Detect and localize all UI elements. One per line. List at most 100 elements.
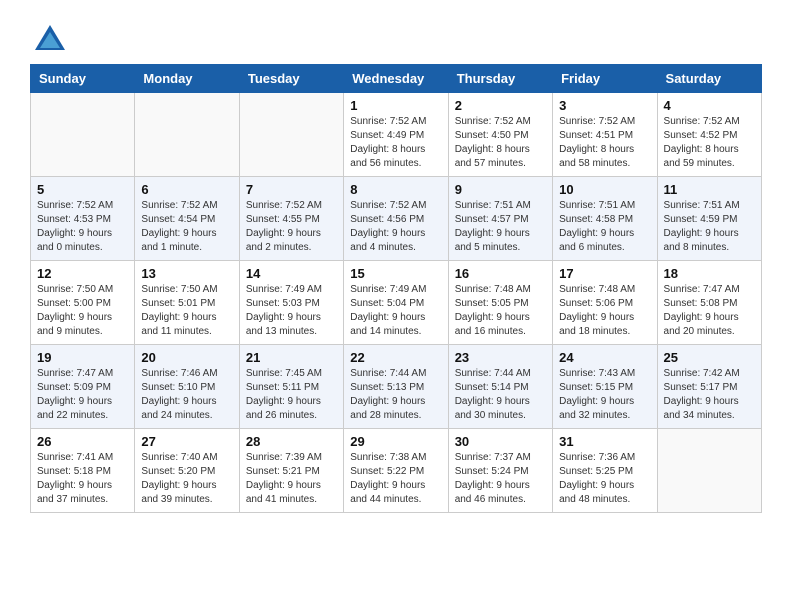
logo-icon [30,20,70,60]
day-number: 24 [559,350,650,365]
day-number: 26 [37,434,128,449]
weekday-header-row: SundayMondayTuesdayWednesdayThursdayFrid… [31,65,762,93]
calendar-cell: 8 Sunrise: 7:52 AM Sunset: 4:56 PM Daylig… [344,177,448,261]
day-number: 3 [559,98,650,113]
calendar-cell: 18 Sunrise: 7:47 AM Sunset: 5:08 PM Dayli… [657,261,761,345]
calendar-cell: 22 Sunrise: 7:44 AM Sunset: 5:13 PM Dayli… [344,345,448,429]
weekday-header-wednesday: Wednesday [344,65,448,93]
day-info: Sunrise: 7:44 AM Sunset: 5:13 PM Dayligh… [350,367,441,423]
day-info: Sunrise: 7:45 AM Sunset: 5:11 PM Dayligh… [246,367,337,423]
day-number: 14 [246,266,337,281]
day-number: 4 [664,98,755,113]
calendar-cell: 28Sunrise: 7:39 AM Sunset: 5:21 PM Dayli… [239,429,343,513]
day-number: 17 [559,266,650,281]
day-info: Sunrise: 7:51 AM Sunset: 4:57 PM Dayligh… [455,199,546,255]
day-number: 11 [664,182,755,197]
day-number: 20 [141,350,232,365]
day-info: Sunrise: 7:42 AM Sunset: 5:17 PM Dayligh… [664,367,755,423]
calendar-cell: 11 Sunrise: 7:51 AM Sunset: 4:59 PM Dayli… [657,177,761,261]
day-number: 21 [246,350,337,365]
calendar-cell: 29Sunrise: 7:38 AM Sunset: 5:22 PM Dayli… [344,429,448,513]
day-info: Sunrise: 7:51 AM Sunset: 4:58 PM Dayligh… [559,199,650,255]
day-info: Sunrise: 7:48 AM Sunset: 5:06 PM Dayligh… [559,283,650,339]
calendar-cell: 20Sunrise: 7:46 AM Sunset: 5:10 PM Dayli… [135,345,239,429]
calendar-week-row: 19 Sunrise: 7:47 AM Sunset: 5:09 PM Dayli… [31,345,762,429]
calendar-cell [657,429,761,513]
day-info: Sunrise: 7:52 AM Sunset: 4:56 PM Dayligh… [350,199,441,255]
weekday-header-sunday: Sunday [31,65,135,93]
day-number: 12 [37,266,128,281]
calendar-cell: 3 Sunrise: 7:52 AM Sunset: 4:51 PM Daylig… [553,93,657,177]
day-number: 30 [455,434,546,449]
day-info: Sunrise: 7:52 AM Sunset: 4:53 PM Dayligh… [37,199,128,255]
calendar-table: SundayMondayTuesdayWednesdayThursdayFrid… [30,64,762,513]
calendar-cell: 7Sunrise: 7:52 AM Sunset: 4:55 PM Daylig… [239,177,343,261]
day-info: Sunrise: 7:51 AM Sunset: 4:59 PM Dayligh… [664,199,755,255]
calendar-cell: 31 Sunrise: 7:36 AM Sunset: 5:25 PM Dayli… [553,429,657,513]
calendar-cell: 27Sunrise: 7:40 AM Sunset: 5:20 PM Dayli… [135,429,239,513]
calendar-cell [135,93,239,177]
day-number: 22 [350,350,441,365]
day-info: Sunrise: 7:52 AM Sunset: 4:51 PM Dayligh… [559,115,650,171]
day-info: Sunrise: 7:50 AM Sunset: 5:01 PM Dayligh… [141,283,232,339]
day-number: 2 [455,98,546,113]
day-number: 7 [246,182,337,197]
day-number: 16 [455,266,546,281]
day-info: Sunrise: 7:52 AM Sunset: 4:52 PM Dayligh… [664,115,755,171]
day-number: 6 [141,182,232,197]
day-number: 5 [37,182,128,197]
calendar-cell: 24 Sunrise: 7:43 AM Sunset: 5:15 PM Dayli… [553,345,657,429]
calendar-cell: 2 Sunrise: 7:52 AM Sunset: 4:50 PM Daylig… [448,93,552,177]
calendar-cell: 10 Sunrise: 7:51 AM Sunset: 4:58 PM Dayli… [553,177,657,261]
day-info: Sunrise: 7:43 AM Sunset: 5:15 PM Dayligh… [559,367,650,423]
calendar-cell: 15 Sunrise: 7:49 AM Sunset: 5:04 PM Dayli… [344,261,448,345]
calendar-week-row: 5 Sunrise: 7:52 AM Sunset: 4:53 PM Daylig… [31,177,762,261]
calendar-cell: 1Sunrise: 7:52 AM Sunset: 4:49 PM Daylig… [344,93,448,177]
calendar-cell: 6 Sunrise: 7:52 AM Sunset: 4:54 PM Daylig… [135,177,239,261]
calendar-cell: 21 Sunrise: 7:45 AM Sunset: 5:11 PM Dayli… [239,345,343,429]
weekday-header-saturday: Saturday [657,65,761,93]
day-number: 31 [559,434,650,449]
weekday-header-friday: Friday [553,65,657,93]
day-number: 10 [559,182,650,197]
day-info: Sunrise: 7:36 AM Sunset: 5:25 PM Dayligh… [559,451,650,507]
day-info: Sunrise: 7:37 AM Sunset: 5:24 PM Dayligh… [455,451,546,507]
calendar-week-row: 12 Sunrise: 7:50 AM Sunset: 5:00 PM Dayli… [31,261,762,345]
day-info: Sunrise: 7:49 AM Sunset: 5:04 PM Dayligh… [350,283,441,339]
calendar-cell: 16Sunrise: 7:48 AM Sunset: 5:05 PM Dayli… [448,261,552,345]
day-number: 19 [37,350,128,365]
calendar-cell [31,93,135,177]
calendar-cell: 26 Sunrise: 7:41 AM Sunset: 5:18 PM Dayli… [31,429,135,513]
calendar-cell: 14 Sunrise: 7:49 AM Sunset: 5:03 PM Dayli… [239,261,343,345]
day-info: Sunrise: 7:49 AM Sunset: 5:03 PM Dayligh… [246,283,337,339]
calendar-cell: 12 Sunrise: 7:50 AM Sunset: 5:00 PM Dayli… [31,261,135,345]
day-number: 8 [350,182,441,197]
day-info: Sunrise: 7:50 AM Sunset: 5:00 PM Dayligh… [37,283,128,339]
day-info: Sunrise: 7:47 AM Sunset: 5:09 PM Dayligh… [37,367,128,423]
calendar-cell: 23Sunrise: 7:44 AM Sunset: 5:14 PM Dayli… [448,345,552,429]
day-number: 28 [246,434,337,449]
calendar-cell: 25 Sunrise: 7:42 AM Sunset: 5:17 PM Dayli… [657,345,761,429]
day-info: Sunrise: 7:47 AM Sunset: 5:08 PM Dayligh… [664,283,755,339]
calendar-week-row: 1Sunrise: 7:52 AM Sunset: 4:49 PM Daylig… [31,93,762,177]
day-info: Sunrise: 7:52 AM Sunset: 4:50 PM Dayligh… [455,115,546,171]
calendar-cell: 19 Sunrise: 7:47 AM Sunset: 5:09 PM Dayli… [31,345,135,429]
calendar-cell: 13 Sunrise: 7:50 AM Sunset: 5:01 PM Dayli… [135,261,239,345]
day-info: Sunrise: 7:41 AM Sunset: 5:18 PM Dayligh… [37,451,128,507]
calendar-cell: 9 Sunrise: 7:51 AM Sunset: 4:57 PM Daylig… [448,177,552,261]
day-number: 9 [455,182,546,197]
day-number: 1 [350,98,441,113]
weekday-header-tuesday: Tuesday [239,65,343,93]
day-number: 15 [350,266,441,281]
weekday-header-monday: Monday [135,65,239,93]
day-info: Sunrise: 7:38 AM Sunset: 5:22 PM Dayligh… [350,451,441,507]
page-header [30,20,762,60]
day-info: Sunrise: 7:52 AM Sunset: 4:54 PM Dayligh… [141,199,232,255]
day-number: 25 [664,350,755,365]
calendar-cell: 30 Sunrise: 7:37 AM Sunset: 5:24 PM Dayli… [448,429,552,513]
day-number: 23 [455,350,546,365]
day-number: 18 [664,266,755,281]
day-info: Sunrise: 7:40 AM Sunset: 5:20 PM Dayligh… [141,451,232,507]
day-number: 13 [141,266,232,281]
calendar-week-row: 26 Sunrise: 7:41 AM Sunset: 5:18 PM Dayli… [31,429,762,513]
